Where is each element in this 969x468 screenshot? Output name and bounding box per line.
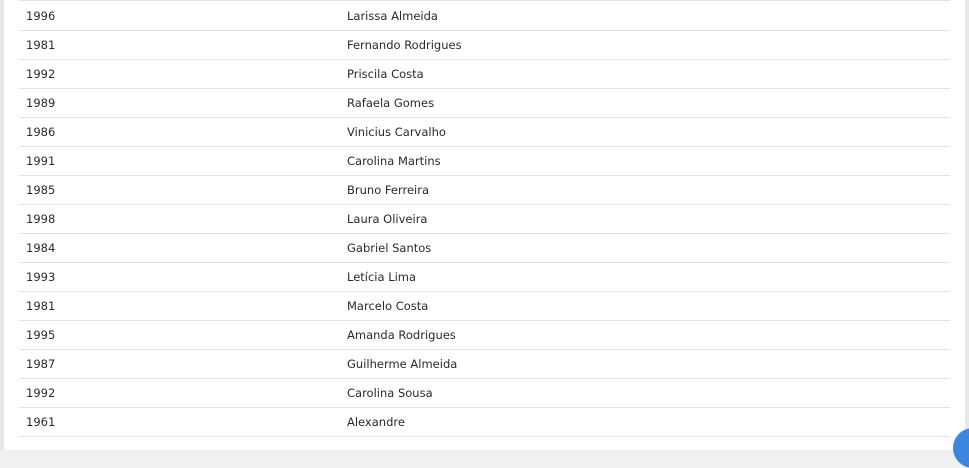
name-cell: Rafaela Gomes	[347, 88, 950, 118]
year-cell: 1992	[19, 378, 347, 408]
name-cell: Vinicius Carvalho	[347, 117, 950, 147]
table-row[interactable]: 1989 Rafaela Gomes	[19, 88, 950, 118]
content-panel: 1996 Larissa Almeida 1981 Fernando Rodri…	[4, 0, 965, 450]
table-row[interactable]: 1985 Bruno Ferreira	[19, 175, 950, 205]
name-cell: Guilherme Almeida	[347, 349, 950, 379]
name-cell: Carolina Martins	[347, 146, 950, 176]
year-cell: 1991	[19, 146, 347, 176]
table-row[interactable]: 1998 Laura Oliveira	[19, 204, 950, 234]
table-row[interactable]: 1993 Letícia Lima	[19, 262, 950, 292]
page-right-edge	[965, 0, 969, 450]
records-table: 1996 Larissa Almeida 1981 Fernando Rodri…	[19, 0, 950, 437]
name-cell: Letícia Lima	[347, 262, 950, 292]
name-cell: Fernando Rodrigues	[347, 30, 950, 60]
year-cell: 1961	[19, 407, 347, 437]
year-cell: 1998	[19, 204, 347, 234]
year-cell: 1989	[19, 88, 347, 118]
year-cell: 1981	[19, 291, 347, 321]
name-cell: Bruno Ferreira	[347, 175, 950, 205]
table-row[interactable]: 1981 Marcelo Costa	[19, 291, 950, 321]
table-row[interactable]: 1996 Larissa Almeida	[19, 0, 950, 31]
name-cell: Marcelo Costa	[347, 291, 950, 321]
table-row[interactable]: 1991 Carolina Martins	[19, 146, 950, 176]
year-cell: 1986	[19, 117, 347, 147]
table-row[interactable]: 1981 Fernando Rodrigues	[19, 30, 950, 60]
name-cell: Laura Oliveira	[347, 204, 950, 234]
table-row[interactable]: 1987 Guilherme Almeida	[19, 349, 950, 379]
name-cell: Gabriel Santos	[347, 233, 950, 263]
name-cell: Alexandre	[347, 407, 950, 437]
year-cell: 1987	[19, 349, 347, 379]
year-cell: 1981	[19, 30, 347, 60]
name-cell: Priscila Costa	[347, 59, 950, 89]
name-cell: Larissa Almeida	[347, 0, 950, 31]
table-row[interactable]: 1995 Amanda Rodrigues	[19, 320, 950, 350]
year-cell: 1993	[19, 262, 347, 292]
table-row[interactable]: 1984 Gabriel Santos	[19, 233, 950, 263]
year-cell: 1992	[19, 59, 347, 89]
year-cell: 1985	[19, 175, 347, 205]
table-row[interactable]: 1986 Vinicius Carvalho	[19, 117, 950, 147]
name-cell: Carolina Sousa	[347, 378, 950, 408]
table-row[interactable]: 1961 Alexandre	[19, 407, 950, 437]
year-cell: 1984	[19, 233, 347, 263]
year-cell: 1995	[19, 320, 347, 350]
name-cell: Amanda Rodrigues	[347, 320, 950, 350]
records-table-body: 1996 Larissa Almeida 1981 Fernando Rodri…	[19, 0, 950, 437]
year-cell: 1996	[19, 0, 347, 31]
table-row[interactable]: 1992 Priscila Costa	[19, 59, 950, 89]
table-row[interactable]: 1992 Carolina Sousa	[19, 378, 950, 408]
